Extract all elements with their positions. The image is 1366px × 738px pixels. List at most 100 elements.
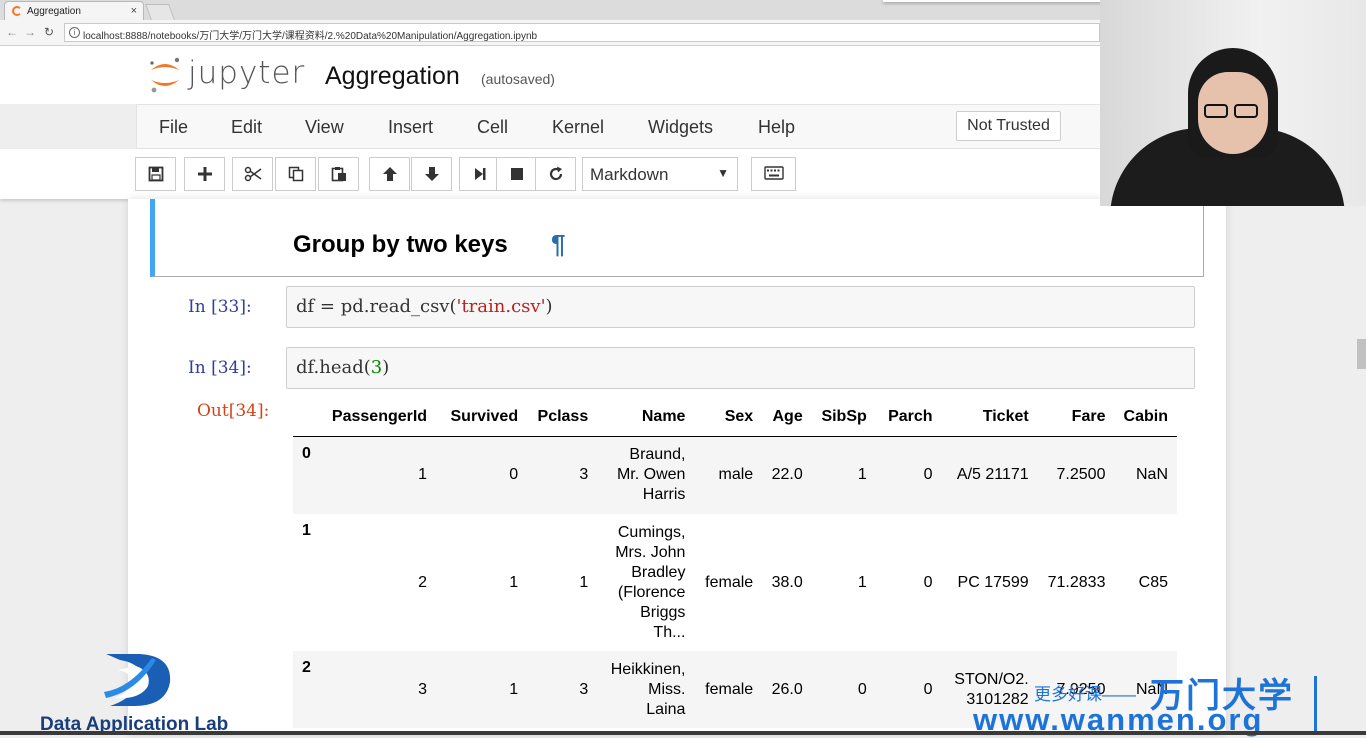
- save-icon: [148, 166, 163, 182]
- cut-button[interactable]: [232, 157, 273, 191]
- section-heading: Group by two keys: [293, 231, 508, 258]
- tab-close-icon[interactable]: ×: [131, 5, 137, 17]
- row-index: 0: [302, 444, 311, 462]
- menu-edit[interactable]: Edit: [231, 117, 262, 138]
- column-header: Pclass: [537, 407, 589, 425]
- input-prompt-33: In [33]:: [188, 297, 252, 317]
- stop-icon: [510, 168, 523, 180]
- jupyter-logo-icon[interactable]: [147, 56, 183, 94]
- table-cell: 7.2500: [1056, 466, 1106, 484]
- paste-button[interactable]: [318, 157, 359, 191]
- output-prompt-34: Out[34]:: [197, 401, 270, 421]
- move-up-button[interactable]: [369, 157, 410, 191]
- table-cell: 0: [923, 680, 933, 698]
- autosave-status: (autosaved): [481, 71, 555, 87]
- code-text: ): [545, 296, 553, 317]
- plus-icon: [197, 167, 212, 181]
- forward-arrow-icon[interactable]: →: [24, 25, 36, 39]
- table-row: 0 1 0 3 Braund, Mr. Owen Harris male 22.…: [293, 436, 1177, 514]
- menu-insert[interactable]: Insert: [388, 117, 433, 138]
- restart-icon: [549, 166, 562, 181]
- table-cell: 22.0: [771, 466, 803, 484]
- menu-kernel[interactable]: Kernel: [552, 117, 604, 138]
- browser-tab-bar: Aggregation ×: [0, 0, 1100, 20]
- table-cell: Heikkinen, Miss. Laina: [610, 660, 686, 718]
- table-cell: male: [718, 466, 754, 484]
- jupyter-favicon-icon: [12, 6, 22, 16]
- info-icon[interactable]: i: [69, 27, 80, 38]
- column-header: Sex: [724, 407, 754, 425]
- table-cell: 26.0: [771, 680, 803, 698]
- code-cell-read-csv[interactable]: df = pd.read_csv('train.csv'): [286, 286, 1195, 328]
- run-cell-button[interactable]: [459, 157, 500, 191]
- arrow-down-icon: [424, 167, 439, 181]
- menu-widgets[interactable]: Widgets: [648, 117, 713, 138]
- move-down-button[interactable]: [411, 157, 452, 191]
- table-cell: Cumings, Mrs. John Bradley (Florence Bri…: [615, 523, 686, 641]
- save-button[interactable]: [135, 157, 176, 191]
- input-prompt-34: In [34]:: [188, 358, 252, 378]
- not-trusted-button[interactable]: Not Trusted: [956, 111, 1061, 141]
- menu-cell[interactable]: Cell: [477, 117, 508, 138]
- table-cell: 71.2833: [1047, 573, 1106, 591]
- menu-help[interactable]: Help: [758, 117, 795, 138]
- interrupt-kernel-button[interactable]: [496, 157, 537, 191]
- table-cell: PC 17599: [957, 573, 1029, 591]
- table-cell: 3: [579, 466, 589, 484]
- column-header: Name: [641, 407, 686, 425]
- markdown-cell-selected[interactable]: Group by two keys ¶: [150, 199, 1204, 277]
- back-arrow-icon[interactable]: ←: [6, 25, 18, 39]
- taskbar-edge: [0, 731, 1366, 735]
- table-cell: 2: [418, 573, 428, 591]
- insert-cell-button[interactable]: [184, 157, 225, 191]
- table-cell: 0: [923, 466, 933, 484]
- cell-type-select[interactable]: Markdown ▼: [582, 157, 738, 191]
- presenter-webcam: [1100, 0, 1366, 206]
- notebook-toolbar: Markdown ▼: [0, 149, 1100, 199]
- row-index: 2: [302, 659, 311, 676]
- table-cell: 1: [857, 466, 867, 484]
- new-tab-button[interactable]: [145, 4, 175, 20]
- glasses-left: [1204, 104, 1228, 118]
- jupyter-wordmark[interactable]: jupyter: [188, 55, 305, 91]
- table-cell: 0: [509, 466, 519, 484]
- table-cell: Braund, Mr. Owen Harris: [616, 446, 686, 504]
- tab-title: Aggregation: [27, 6, 81, 17]
- column-header: Fare: [1071, 407, 1106, 425]
- restart-kernel-button[interactable]: [535, 157, 576, 191]
- table-cell: 1: [579, 573, 589, 591]
- page-scrollbar-thumb[interactable]: [1357, 339, 1366, 369]
- table-cell: 1: [418, 466, 428, 484]
- code-text: df.head(: [296, 357, 371, 378]
- code-text: ): [382, 357, 390, 378]
- browser-toolbar: ← → ↻ i localhost:8888/notebooks/万门大学/万门…: [0, 20, 1100, 46]
- command-palette-button[interactable]: [751, 157, 796, 191]
- table-cell: female: [705, 680, 754, 698]
- menu-view[interactable]: View: [305, 117, 344, 138]
- table-cell: 38.0: [771, 573, 803, 591]
- table-cell: 3: [579, 680, 589, 698]
- menu-file[interactable]: File: [159, 117, 188, 138]
- copy-button[interactable]: [275, 157, 316, 191]
- code-cell-head[interactable]: df.head(3): [286, 347, 1195, 389]
- column-header-index: [293, 398, 320, 436]
- table-cell: 1: [509, 573, 519, 591]
- data-application-lab-logo-icon: [104, 654, 171, 706]
- notebook-title[interactable]: Aggregation: [325, 62, 460, 91]
- table-cell: 0: [857, 680, 867, 698]
- copy-icon: [288, 166, 303, 182]
- scissors-icon: [244, 166, 261, 182]
- column-header: Cabin: [1123, 407, 1168, 425]
- reload-icon[interactable]: ↻: [44, 25, 54, 39]
- address-bar[interactable]: i localhost:8888/notebooks/万门大学/万门大学/课程资…: [64, 23, 1100, 42]
- browser-tab[interactable]: Aggregation ×: [4, 1, 144, 20]
- dataframe-table: PassengerId Survived Pclass Name Sex Age…: [293, 398, 1177, 728]
- table-cell: 0: [923, 573, 933, 591]
- column-header: PassengerId: [331, 407, 428, 425]
- table-cell: 1: [509, 680, 519, 698]
- anchor-link[interactable]: ¶: [551, 229, 565, 260]
- glasses-right: [1234, 104, 1258, 118]
- step-forward-icon: [474, 168, 485, 180]
- url-text: localhost:8888/notebooks/万门大学/万门大学/课程资料/…: [83, 31, 538, 42]
- code-number: 3: [370, 357, 383, 378]
